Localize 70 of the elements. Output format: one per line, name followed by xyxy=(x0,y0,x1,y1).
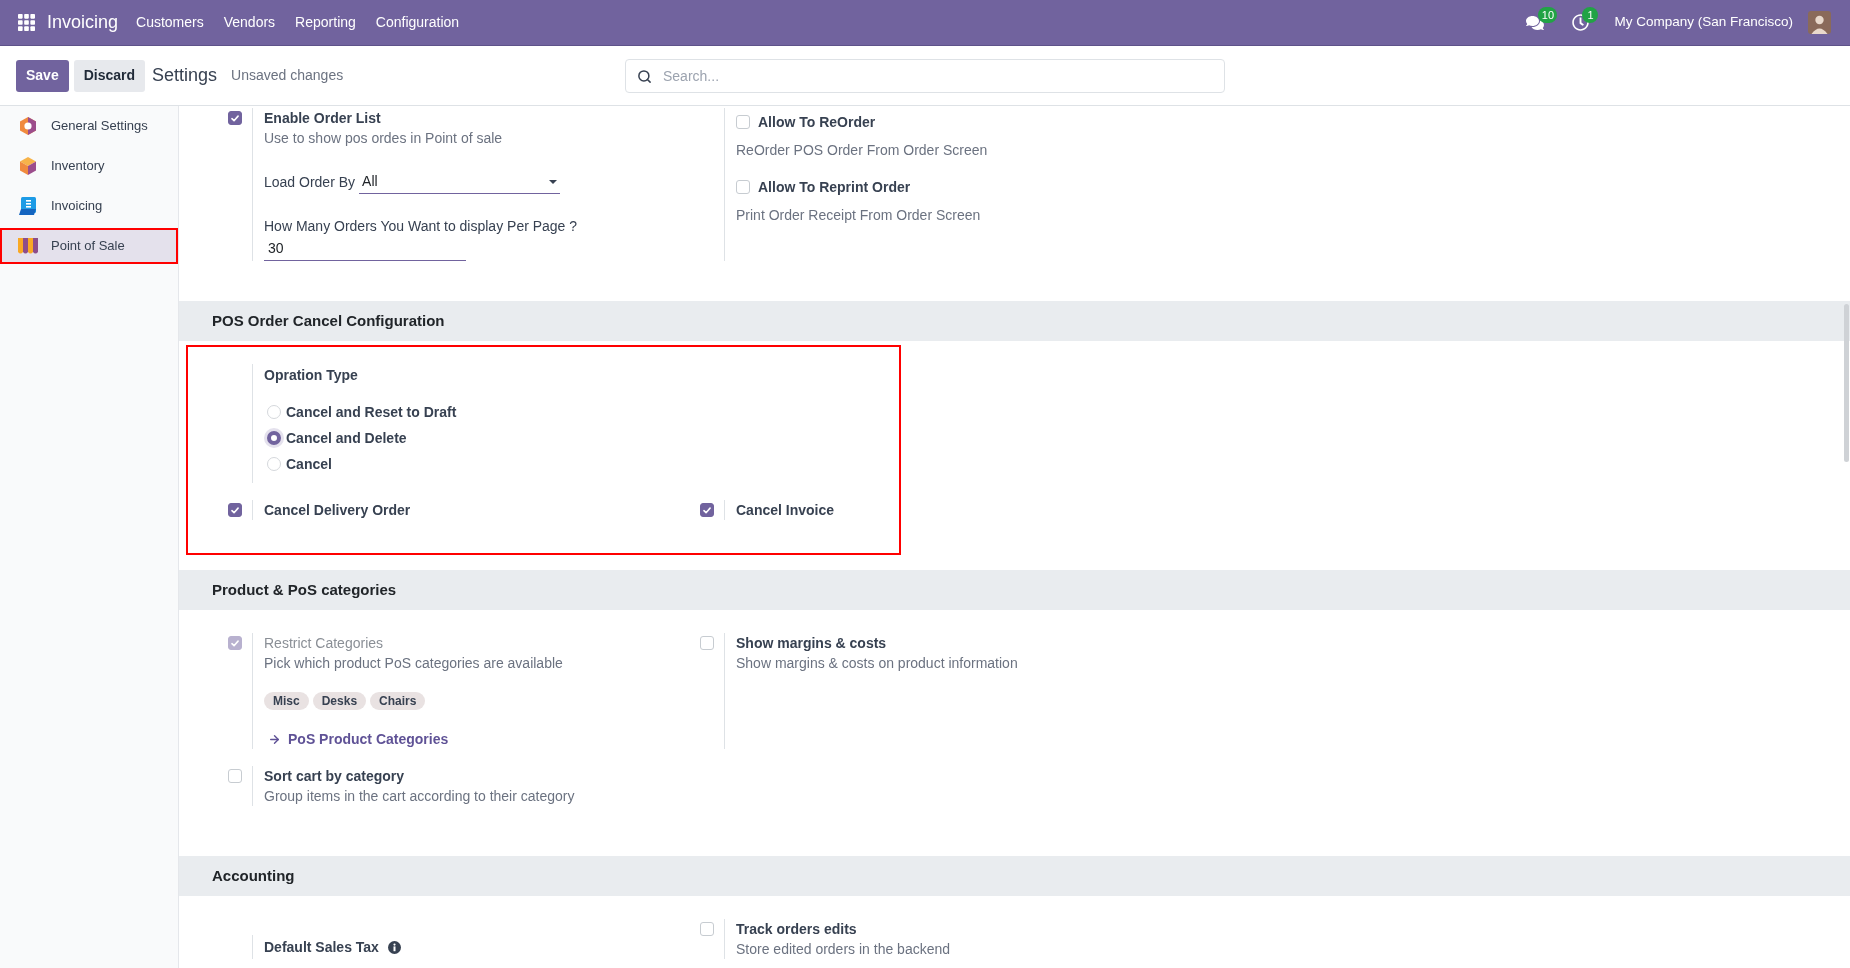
section-header: Product & PoS categories xyxy=(179,570,1850,610)
field-label: Load Order By xyxy=(264,173,356,192)
radio-button[interactable] xyxy=(264,428,284,448)
setting-label: Default Sales Tax xyxy=(264,938,379,957)
section-header: Accounting xyxy=(179,856,1850,896)
checkbox[interactable] xyxy=(700,503,714,517)
select-field[interactable]: All xyxy=(359,170,561,194)
radio-label: Cancel xyxy=(286,455,332,474)
unsaved-status: Unsaved changes xyxy=(231,66,344,85)
sidebar-item[interactable]: Invoicing xyxy=(0,188,178,224)
hexagon-icon xyxy=(18,116,38,136)
setting-label: Restrict Categories xyxy=(264,634,385,653)
sidebar-item[interactable]: Point of Sale xyxy=(0,228,178,264)
discard-button[interactable]: Discard xyxy=(73,59,146,92)
menu-item[interactable]: Reporting xyxy=(285,0,366,46)
radio-label: Cancel and Reset to Draft xyxy=(286,403,457,422)
setting-label: Cancel Delivery Order xyxy=(264,501,411,520)
info-icon[interactable] xyxy=(387,940,401,954)
checkbox[interactable] xyxy=(228,503,242,517)
sidebar-item[interactable]: Inventory xyxy=(0,148,178,184)
setting-label: Opration Type xyxy=(264,366,359,385)
search-field[interactable]: Search... xyxy=(625,58,1225,93)
company-switcher[interactable]: My Company (San Francisco) xyxy=(1614,12,1793,33)
field-label: How Many Orders You Want to display Per Page ? xyxy=(264,217,578,236)
menu-item[interactable]: Configuration xyxy=(365,0,470,46)
setting-label: Track orders edits xyxy=(736,920,858,939)
grid-icon[interactable] xyxy=(18,14,35,31)
caret-icon xyxy=(549,179,558,184)
app-name[interactable]: Invoicing xyxy=(47,9,119,36)
setting-description: Group items in the cart according to their category xyxy=(264,787,575,806)
menu-item[interactable]: Customers xyxy=(126,0,214,46)
setting-description: Store edited orders in the backend xyxy=(736,940,951,959)
setting-label: Allow To Reprint Order xyxy=(758,178,911,197)
category-tag: Misc xyxy=(264,692,309,710)
save-button[interactable]: Save xyxy=(16,59,69,92)
check-icon xyxy=(231,639,239,647)
check-icon xyxy=(703,506,711,514)
category-tag: Desks xyxy=(312,692,367,710)
check-icon xyxy=(231,114,239,122)
awning-icon xyxy=(17,237,39,255)
document-icon xyxy=(18,196,38,216)
breadcrumb-title: Settings xyxy=(152,64,218,87)
setting-description: Print Order Receipt From Order Screen xyxy=(736,206,982,225)
count-badge: 10 xyxy=(1538,6,1558,23)
radio-button[interactable] xyxy=(267,405,281,419)
setting-label: Show margins & costs xyxy=(736,634,888,653)
radio-label: Cancel and Delete xyxy=(286,429,407,448)
sidebar-item[interactable]: General Settings xyxy=(0,108,178,144)
number-field[interactable]: 30 xyxy=(264,237,466,261)
arrow-icon xyxy=(268,732,281,746)
cube-icon xyxy=(18,156,38,176)
checkbox[interactable] xyxy=(228,111,242,125)
check-icon xyxy=(231,506,239,514)
setting-label: Allow To ReOrder xyxy=(758,113,876,132)
setting-label: Enable Order List xyxy=(264,109,382,128)
setting-description: ReOrder POS Order From Order Screen xyxy=(736,141,988,160)
menu-item[interactable]: Vendors xyxy=(213,0,286,46)
setting-description: Pick which product PoS categories are available xyxy=(264,654,563,673)
clock-icon[interactable] xyxy=(1572,14,1590,31)
setting-description: Show margins & costs on product information xyxy=(736,654,1018,673)
setting-label: Cancel Invoice xyxy=(736,501,835,520)
setting-label: Sort cart by category xyxy=(264,767,406,786)
scrollbar-thumb[interactable] xyxy=(1844,304,1849,462)
search-icon xyxy=(637,68,652,84)
setting-description: Use to show pos ordes in Point of sale xyxy=(264,129,504,148)
radio-button[interactable] xyxy=(267,457,281,471)
section-header: POS Order Cancel Configuration xyxy=(179,301,1850,341)
avatar[interactable] xyxy=(1808,11,1831,34)
count-badge: 1 xyxy=(1582,7,1599,23)
category-tag: Chairs xyxy=(370,692,426,710)
